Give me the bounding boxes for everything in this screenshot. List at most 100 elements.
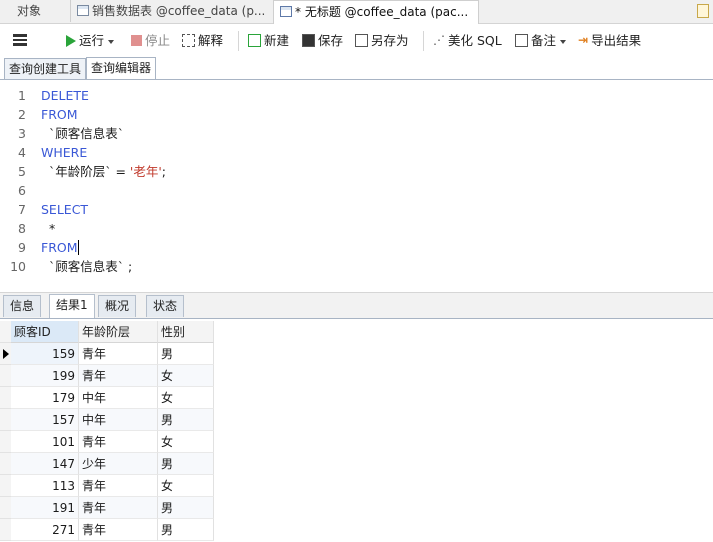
cell-customer-id[interactable]: 191	[11, 497, 79, 519]
row-header[interactable]	[0, 387, 11, 409]
tab-query-editor[interactable]: 查询编辑器	[86, 57, 157, 79]
cell-customer-id[interactable]: 271	[11, 519, 79, 541]
cell-gender[interactable]: 女	[158, 475, 214, 497]
run-label: 运行	[79, 33, 105, 48]
row-header[interactable]	[0, 343, 11, 365]
save-button[interactable]: 保存	[302, 24, 343, 57]
row-header[interactable]	[0, 475, 11, 497]
current-row-arrow-icon	[3, 349, 9, 359]
editor-line: 3 `顾客信息表`	[0, 124, 713, 143]
stop-button[interactable]: 停止	[131, 24, 170, 57]
cell-gender[interactable]: 男	[158, 343, 214, 365]
column-header-age-group[interactable]: 年龄阶层	[79, 321, 158, 343]
cell-age-group[interactable]: 青年	[79, 343, 158, 365]
sql-condition: `年龄阶层` = '老年';	[49, 162, 166, 181]
tab-sales-table[interactable]: 销售数据表 @coffee_data (p...	[70, 0, 280, 22]
comment-button[interactable]: 备注	[515, 24, 567, 57]
cell-age-group[interactable]: 青年	[79, 365, 158, 387]
cell-age-group[interactable]: 少年	[79, 453, 158, 475]
cell-age-group[interactable]: 中年	[79, 387, 158, 409]
cell-age-group[interactable]: 青年	[79, 431, 158, 453]
line-number: 6	[18, 183, 26, 198]
cell-customer-id[interactable]: 157	[11, 409, 79, 431]
line-number: 4	[18, 145, 26, 160]
row-header[interactable]	[0, 453, 11, 475]
cell-customer-id[interactable]: 101	[11, 431, 79, 453]
sql-keyword: FROM	[41, 240, 78, 255]
sql-string: '老年'	[129, 164, 162, 179]
query-toolbar: 运行 停止 解释 新建 保存 另存为 ⋰ 美化 SQL 备注 ⇥ 导出结果	[0, 24, 713, 57]
grid-corner	[0, 321, 11, 343]
cell-customer-id[interactable]: 147	[11, 453, 79, 475]
cell-gender[interactable]: 男	[158, 519, 214, 541]
cell-gender[interactable]: 男	[158, 409, 214, 431]
sql-identifier: `顾客信息表`	[49, 126, 125, 141]
cell-age-group[interactable]: 青年	[79, 475, 158, 497]
tab-untitled-query-label: * 无标题 @coffee_data (pac...	[295, 5, 469, 19]
tab-query-builder[interactable]: 查询创建工具	[4, 58, 87, 79]
row-header[interactable]	[0, 365, 11, 387]
chevron-down-icon[interactable]	[560, 39, 567, 44]
line-number: 5	[18, 164, 26, 179]
comment-icon	[515, 34, 528, 47]
tab-objects[interactable]: 对象	[0, 0, 58, 22]
save-icon	[302, 34, 315, 47]
explain-label: 解释	[198, 33, 224, 48]
cell-customer-id[interactable]: 159	[11, 343, 79, 365]
cell-gender[interactable]: 男	[158, 453, 214, 475]
tab-result1[interactable]: 结果1	[49, 294, 95, 318]
save-as-button[interactable]: 另存为	[355, 24, 409, 57]
save-as-label: 另存为	[371, 33, 409, 48]
row-header[interactable]	[0, 431, 11, 453]
sql-semicolon: ;	[161, 164, 167, 179]
cell-age-group[interactable]: 中年	[79, 409, 158, 431]
line-number: 7	[18, 202, 26, 217]
tab-sales-table-label: 销售数据表 @coffee_data (p...	[92, 4, 266, 18]
export-results-button[interactable]: ⇥ 导出结果	[578, 24, 641, 57]
tab-profile[interactable]: 概况	[98, 295, 137, 317]
sql-keyword: FROM	[41, 107, 78, 122]
sql-identifier: `顾客信息表` ;	[49, 259, 133, 274]
export-results-label: 导出结果	[591, 33, 642, 48]
save-as-icon	[355, 34, 368, 47]
stop-label: 停止	[145, 33, 171, 48]
tab-result1-label: 结果1	[56, 298, 88, 312]
column-header-gender[interactable]: 性别	[158, 321, 214, 343]
run-button[interactable]: 运行	[66, 24, 115, 57]
menu-icon[interactable]	[13, 34, 27, 46]
magic-wand-icon: ⋰	[433, 33, 445, 47]
beautify-sql-button[interactable]: ⋰ 美化 SQL	[433, 24, 502, 57]
text-cursor	[77, 240, 79, 255]
explain-button[interactable]: 解释	[182, 24, 223, 57]
toolbar-divider	[423, 31, 424, 51]
result-tabs: 信息 结果1 概况 状态	[0, 292, 713, 319]
cell-age-group[interactable]: 青年	[79, 497, 158, 519]
new-tab-icon[interactable]	[697, 4, 709, 18]
cell-gender[interactable]: 女	[158, 431, 214, 453]
tab-info[interactable]: 信息	[3, 295, 42, 317]
cell-age-group[interactable]: 青年	[79, 519, 158, 541]
tab-objects-label: 对象	[16, 4, 41, 18]
tab-info-label: 信息	[10, 299, 35, 313]
result-grid[interactable]: 顾客ID 年龄阶层 性别 159 青年男 199 青年女 179 中年女 157 中年男 101…	[0, 321, 713, 542]
cell-customer-id[interactable]: 199	[11, 365, 79, 387]
cell-customer-id[interactable]: 113	[11, 475, 79, 497]
chevron-down-icon[interactable]	[108, 39, 115, 44]
tab-status[interactable]: 状态	[146, 295, 185, 317]
new-button[interactable]: 新建	[248, 24, 289, 57]
column-header-customer-id[interactable]: 顾客ID	[11, 321, 79, 343]
row-header[interactable]	[0, 497, 11, 519]
sql-editor[interactable]: 1 DELETE 2 FROM 3 `顾客信息表` 4 WHERE 5 `年龄阶层` = …	[0, 80, 713, 290]
cell-customer-id[interactable]: 179	[11, 387, 79, 409]
play-icon	[66, 34, 76, 47]
row-header[interactable]	[0, 519, 11, 541]
cell-gender[interactable]: 男	[158, 497, 214, 519]
row-header[interactable]	[0, 409, 11, 431]
document-tab-bar: 对象 销售数据表 @coffee_data (p... * 无标题 @coffe…	[0, 0, 713, 24]
cell-gender[interactable]: 女	[158, 365, 214, 387]
comment-label: 备注	[531, 33, 557, 48]
tab-untitled-query[interactable]: * 无标题 @coffee_data (pac...	[273, 0, 479, 24]
explain-icon	[182, 34, 195, 47]
editor-line: 8 *	[0, 219, 713, 238]
cell-gender[interactable]: 女	[158, 387, 214, 409]
